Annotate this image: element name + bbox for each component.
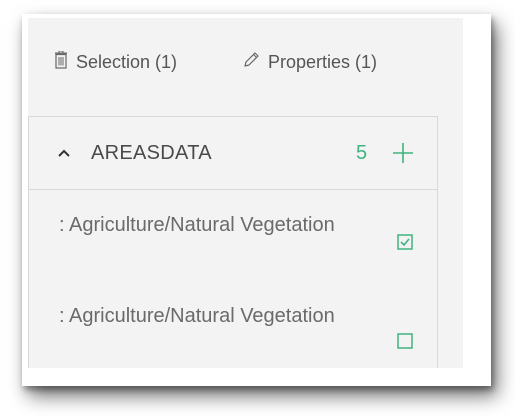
tab-selection-label: Selection (1) bbox=[76, 51, 178, 72]
pencil-icon bbox=[242, 51, 268, 74]
list-item[interactable]: : Agriculture/Natural Vegetation bbox=[29, 210, 437, 300]
list-item[interactable]: : Agriculture/Natural Vegetation bbox=[29, 301, 437, 368]
chevron-up-icon[interactable] bbox=[57, 145, 71, 163]
layer-group: AREASDATA 5 : Agriculture/Natural Vegeta… bbox=[28, 116, 438, 368]
tab-selection[interactable]: Selection (1) bbox=[54, 50, 177, 74]
list-item-label: : Agriculture/Natural Vegetation bbox=[59, 214, 335, 236]
list-item-label: : Agriculture/Natural Vegetation bbox=[59, 305, 335, 327]
tab-properties-label: Properties (1) bbox=[268, 51, 378, 72]
trash-icon bbox=[54, 50, 76, 74]
panel-tabs: Selection (1) Properties (1) bbox=[28, 18, 463, 108]
layer-title: AREASDATA bbox=[91, 142, 212, 164]
plus-icon[interactable] bbox=[391, 141, 415, 170]
checkbox-empty-icon[interactable] bbox=[397, 333, 413, 354]
layer-header: AREASDATA 5 bbox=[29, 117, 437, 190]
layer-count: 5 bbox=[356, 142, 368, 164]
tab-properties[interactable]: Properties (1) bbox=[242, 50, 377, 74]
checkbox-checked-icon[interactable] bbox=[397, 234, 413, 255]
layer-panel: Selection (1) Properties (1) AREASDATA 5 bbox=[28, 18, 463, 368]
